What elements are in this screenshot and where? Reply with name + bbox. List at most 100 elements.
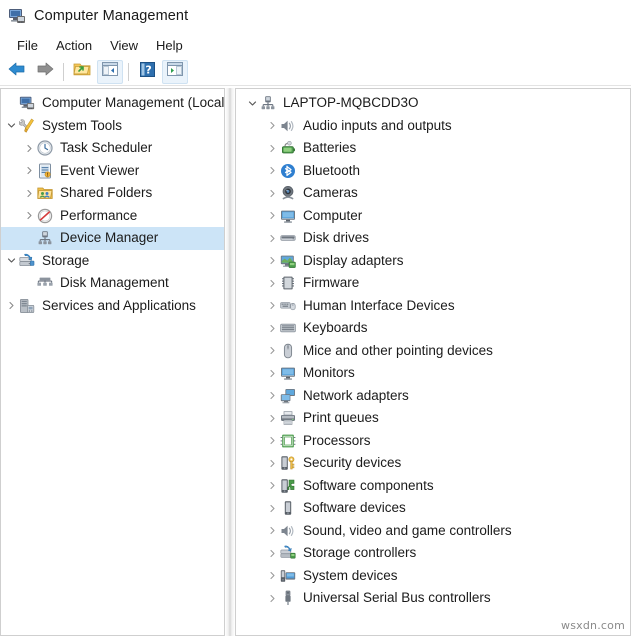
computer-management-window: Computer Management File Action View Hel… xyxy=(0,0,631,636)
chevron-right-icon[interactable] xyxy=(264,565,280,587)
device-node-label: Software components xyxy=(303,477,434,493)
chevron-right-icon[interactable] xyxy=(21,205,37,227)
toolbar-help[interactable]: ? xyxy=(134,60,160,84)
tree-item-device-manager[interactable]: Device Manager xyxy=(1,227,224,250)
toolbar-show-hide-console-tree[interactable] xyxy=(97,59,123,84)
chevron-right-icon[interactable] xyxy=(21,182,37,204)
device-node-disk-drives[interactable]: Disk drives xyxy=(236,227,630,250)
task-scheduler-icon xyxy=(37,140,53,156)
device-tree: LAPTOP-MQBCDD3O Audio inputs and outputs… xyxy=(236,89,630,635)
device-node-computer[interactable]: Computer xyxy=(236,205,630,228)
chevron-right-icon[interactable] xyxy=(264,137,280,159)
toolbar-separator-2 xyxy=(128,62,129,81)
device-tree-pane: LAPTOP-MQBCDD3O Audio inputs and outputs… xyxy=(235,88,631,636)
device-node-label: System devices xyxy=(303,567,398,583)
device-node-mice-and-other-pointing-devices[interactable]: Mice and other pointing devices xyxy=(236,340,630,363)
device-node-monitors[interactable]: Monitors xyxy=(236,362,630,385)
device-node-universal-serial-bus-controllers[interactable]: Universal Serial Bus controllers xyxy=(236,587,630,610)
tree-item-label: Storage xyxy=(42,252,90,268)
device-node-firmware[interactable]: Firmware xyxy=(236,272,630,295)
console-tree-pane: Computer Management (Local) System Tools… xyxy=(0,88,225,636)
chevron-right-icon[interactable] xyxy=(264,362,280,384)
chevron-down-icon[interactable] xyxy=(3,115,19,137)
menu-view[interactable]: View xyxy=(101,36,147,55)
chevron-right-icon[interactable] xyxy=(264,385,280,407)
toolbar-show-hide-action-pane[interactable] xyxy=(162,59,188,84)
device-node-sound-video-and-game-controllers[interactable]: Sound, video and game controllers xyxy=(236,520,630,543)
pane-splitter[interactable] xyxy=(225,88,235,636)
device-node-network-adapters[interactable]: Network adapters xyxy=(236,385,630,408)
tree-item-computer-management-local[interactable]: Computer Management (Local) xyxy=(1,92,224,115)
tree-item-task-scheduler[interactable]: Task Scheduler xyxy=(1,137,224,160)
tree-item-disk-management[interactable]: Disk Management xyxy=(1,272,224,295)
device-node-label: Storage controllers xyxy=(303,545,417,561)
chevron-right-icon[interactable] xyxy=(264,227,280,249)
sound-controller-icon xyxy=(280,523,296,539)
device-node-security-devices[interactable]: Security devices xyxy=(236,452,630,475)
tree-item-performance[interactable]: Performance xyxy=(1,205,224,228)
chevron-down-icon[interactable] xyxy=(3,250,19,272)
chevron-right-icon[interactable] xyxy=(264,407,280,429)
device-node-software-components[interactable]: Software components xyxy=(236,475,630,498)
chevron-down-icon[interactable] xyxy=(244,92,260,114)
tree-item-label: Shared Folders xyxy=(60,185,153,201)
display-adapter-icon xyxy=(280,253,296,269)
toolbar-back[interactable] xyxy=(4,60,30,84)
toolbar-forward[interactable] xyxy=(32,60,58,84)
device-node-display-adapters[interactable]: Display adapters xyxy=(236,250,630,273)
device-node-batteries[interactable]: Batteries xyxy=(236,137,630,160)
menu-action[interactable]: Action xyxy=(47,36,101,55)
device-node-processors[interactable]: Processors xyxy=(236,430,630,453)
chevron-right-icon[interactable] xyxy=(264,272,280,294)
chevron-right-icon[interactable] xyxy=(264,182,280,204)
processor-icon xyxy=(280,433,296,449)
chevron-right-icon[interactable] xyxy=(264,587,280,609)
device-node-keyboards[interactable]: Keyboards xyxy=(236,317,630,340)
chevron-right-icon[interactable] xyxy=(264,250,280,272)
device-node-label: Network adapters xyxy=(303,387,409,403)
device-node-software-devices[interactable]: Software devices xyxy=(236,497,630,520)
device-node-label: Display adapters xyxy=(303,252,404,268)
chevron-right-icon[interactable] xyxy=(264,340,280,362)
device-node-system-devices[interactable]: System devices xyxy=(236,565,630,588)
chevron-right-icon[interactable] xyxy=(264,430,280,452)
tree-item-system-tools[interactable]: System Tools xyxy=(1,115,224,138)
chevron-right-icon[interactable] xyxy=(264,295,280,317)
device-node-cameras[interactable]: Cameras xyxy=(236,182,630,205)
computer-management-icon xyxy=(19,95,35,111)
tree-item-services-and-applications[interactable]: Services and Applications xyxy=(1,295,224,318)
menu-help[interactable]: Help xyxy=(147,36,192,55)
chevron-right-icon[interactable] xyxy=(21,137,37,159)
device-node-label: Human Interface Devices xyxy=(303,297,455,313)
chevron-right-icon[interactable] xyxy=(3,295,19,317)
device-node-audio-inputs-and-outputs[interactable]: Audio inputs and outputs xyxy=(236,115,630,138)
watermark: wsxdn.com xyxy=(561,619,625,632)
chevron-right-icon[interactable] xyxy=(264,452,280,474)
device-node-bluetooth[interactable]: Bluetooth xyxy=(236,160,630,183)
mouse-icon xyxy=(280,343,296,359)
device-node-human-interface-devices[interactable]: Human Interface Devices xyxy=(236,295,630,318)
tree-item-storage[interactable]: Storage xyxy=(1,250,224,273)
device-node-print-queues[interactable]: Print queues xyxy=(236,407,630,430)
tree-item-event-viewer[interactable]: Event Viewer xyxy=(1,160,224,183)
device-node-label: Bluetooth xyxy=(303,162,361,178)
device-node-root[interactable]: LAPTOP-MQBCDD3O xyxy=(236,92,630,115)
chevron-right-icon[interactable] xyxy=(264,115,280,137)
chevron-right-icon[interactable] xyxy=(264,542,280,564)
toolbar-export-list[interactable] xyxy=(69,60,95,84)
chevron-right-icon[interactable] xyxy=(264,317,280,339)
tree-item-shared-folders[interactable]: Shared Folders xyxy=(1,182,224,205)
menu-file[interactable]: File xyxy=(8,36,47,55)
chevron-right-icon[interactable] xyxy=(264,475,280,497)
device-node-label: Security devices xyxy=(303,455,402,471)
chevron-right-icon[interactable] xyxy=(264,205,280,227)
chevron-right-icon[interactable] xyxy=(264,520,280,542)
device-node-label: Sound, video and game controllers xyxy=(303,522,512,538)
device-node-label: LAPTOP-MQBCDD3O xyxy=(283,95,419,111)
chevron-right-icon[interactable] xyxy=(21,160,37,182)
chevron-right-icon[interactable] xyxy=(264,160,280,182)
camera-icon xyxy=(280,185,296,201)
system-tools-icon xyxy=(19,118,35,134)
device-node-storage-controllers[interactable]: Storage controllers xyxy=(236,542,630,565)
chevron-right-icon[interactable] xyxy=(264,497,280,519)
